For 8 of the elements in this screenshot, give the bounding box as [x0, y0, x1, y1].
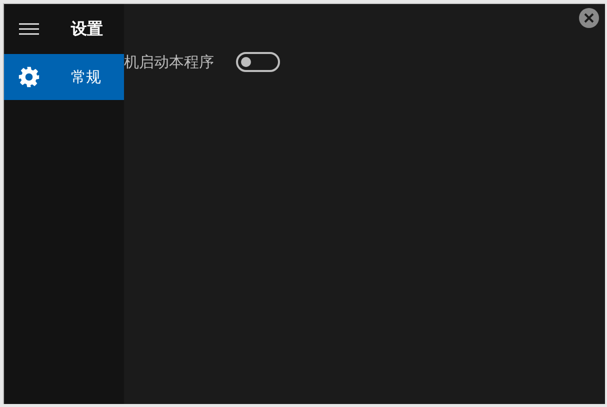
sidebar-title: 设置 [71, 18, 103, 40]
setting-label: 机启动本程序 [124, 52, 214, 72]
toggle-switch[interactable] [236, 52, 280, 72]
close-button[interactable] [579, 8, 599, 28]
sidebar-item[interactable]: 常规 [4, 54, 124, 100]
menu-icon [19, 23, 39, 35]
settings-icon [18, 66, 40, 88]
close-icon [584, 13, 594, 23]
